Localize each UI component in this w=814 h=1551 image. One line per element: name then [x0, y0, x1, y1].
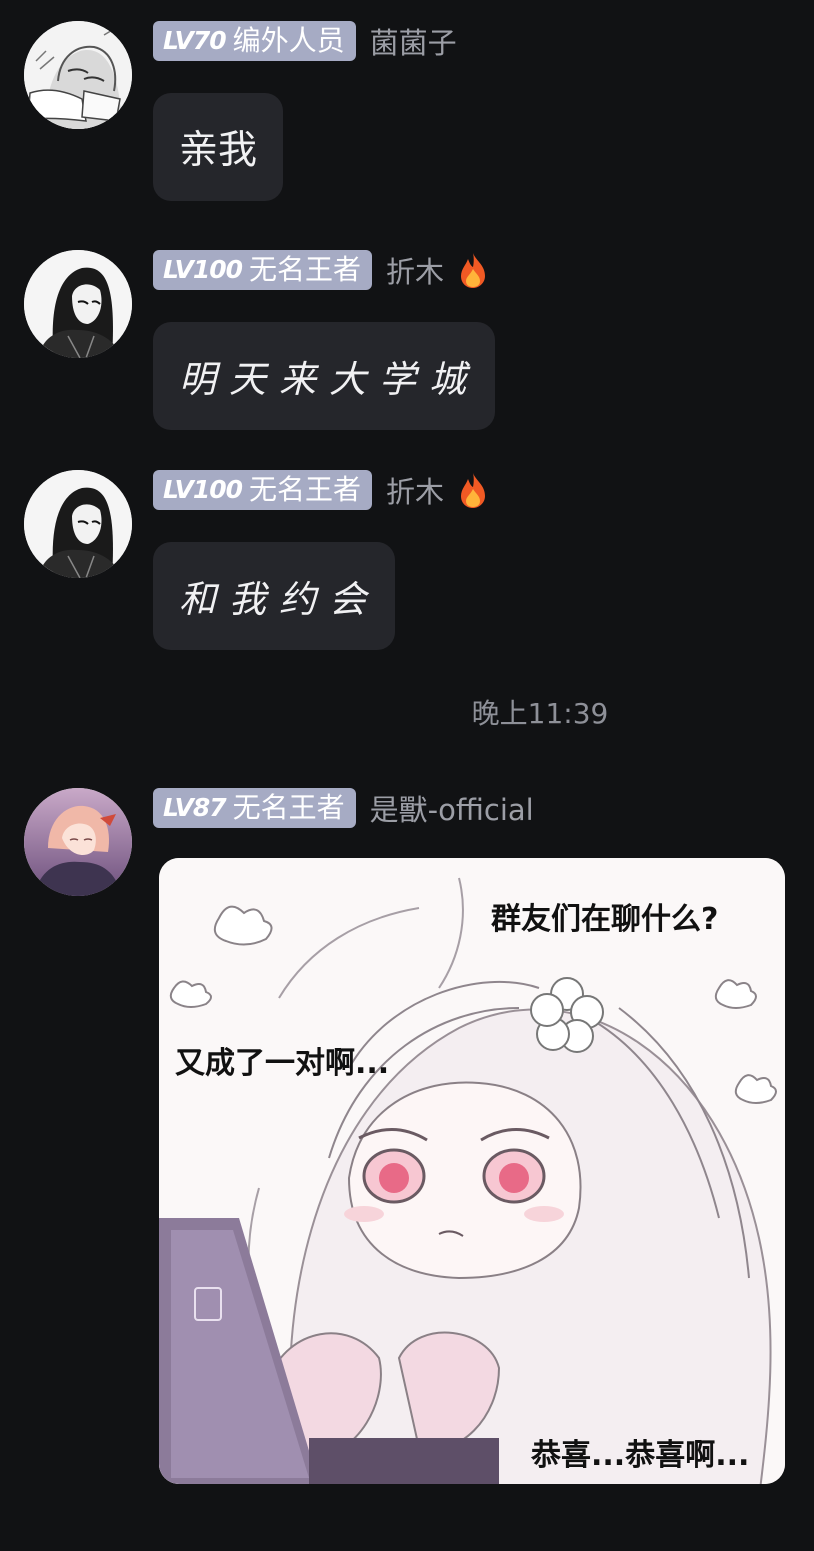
manga-girl-avatar-icon [24, 21, 132, 129]
level-badge[interactable]: LV70 编外人员 [153, 21, 356, 61]
level-text: LV100 [163, 255, 243, 284]
username[interactable]: 折木 [386, 249, 444, 291]
chat-message: LV70 编外人员 菌菌子 亲我 [0, 21, 814, 202]
message-bubble[interactable]: 亲我 [153, 93, 284, 201]
level-title: 无名王者 [232, 791, 345, 824]
chat-message: LV100 无名王者 折木 明天来大学城 [0, 248, 814, 430]
avatar[interactable] [24, 788, 132, 896]
sender-info: LV100 无名王者 折木 [153, 248, 488, 292]
pink-hair-girl-avatar-icon [24, 788, 132, 896]
sticker-image[interactable]: 群友们在聊什么? 又成了一对啊... 恭喜...恭喜啊... [159, 858, 785, 1484]
username[interactable]: 折木 [386, 469, 444, 511]
dark-hair-girl-avatar-icon [24, 250, 132, 358]
timestamp: 晚上11:39 [471, 697, 609, 730]
sender-info: LV100 无名王者 折木 [153, 468, 488, 512]
avatar[interactable] [24, 21, 132, 129]
level-title: 编外人员 [232, 24, 345, 57]
username[interactable]: 菌菌子 [370, 20, 457, 62]
level-badge[interactable]: LV100 无名王者 [153, 250, 373, 290]
level-text: LV70 [163, 26, 227, 55]
level-text: LV87 [163, 793, 227, 822]
sticker-caption-left: 又成了一对啊... [175, 1046, 390, 1081]
level-badge[interactable]: LV100 无名王者 [153, 470, 373, 510]
chat-message: LV100 无名王者 折木 和我约会 [0, 468, 814, 650]
sticker-caption-top: 群友们在聊什么? [491, 902, 719, 937]
crying-anime-girl-laptop-illustration [159, 858, 785, 1484]
level-badge[interactable]: LV87 无名王者 [153, 788, 356, 828]
fire-icon [461, 473, 486, 508]
dark-hair-girl-avatar-icon [24, 470, 132, 578]
sticker-caption-bottom: 恭喜...恭喜啊... [531, 1438, 750, 1473]
sender-info: LV70 编外人员 菌菌子 [153, 19, 457, 63]
username[interactable]: 是獸-official [370, 787, 534, 829]
level-text: LV100 [163, 475, 243, 504]
level-title: 无名王者 [249, 473, 362, 506]
message-bubble[interactable]: 明天来大学城 [153, 322, 495, 430]
sender-info: LV87 无名王者 是獸-official [153, 786, 534, 830]
avatar[interactable] [24, 250, 132, 358]
message-bubble[interactable]: 和我约会 [153, 542, 395, 650]
fire-icon [461, 253, 486, 288]
avatar[interactable] [24, 470, 132, 578]
level-title: 无名王者 [249, 253, 362, 286]
